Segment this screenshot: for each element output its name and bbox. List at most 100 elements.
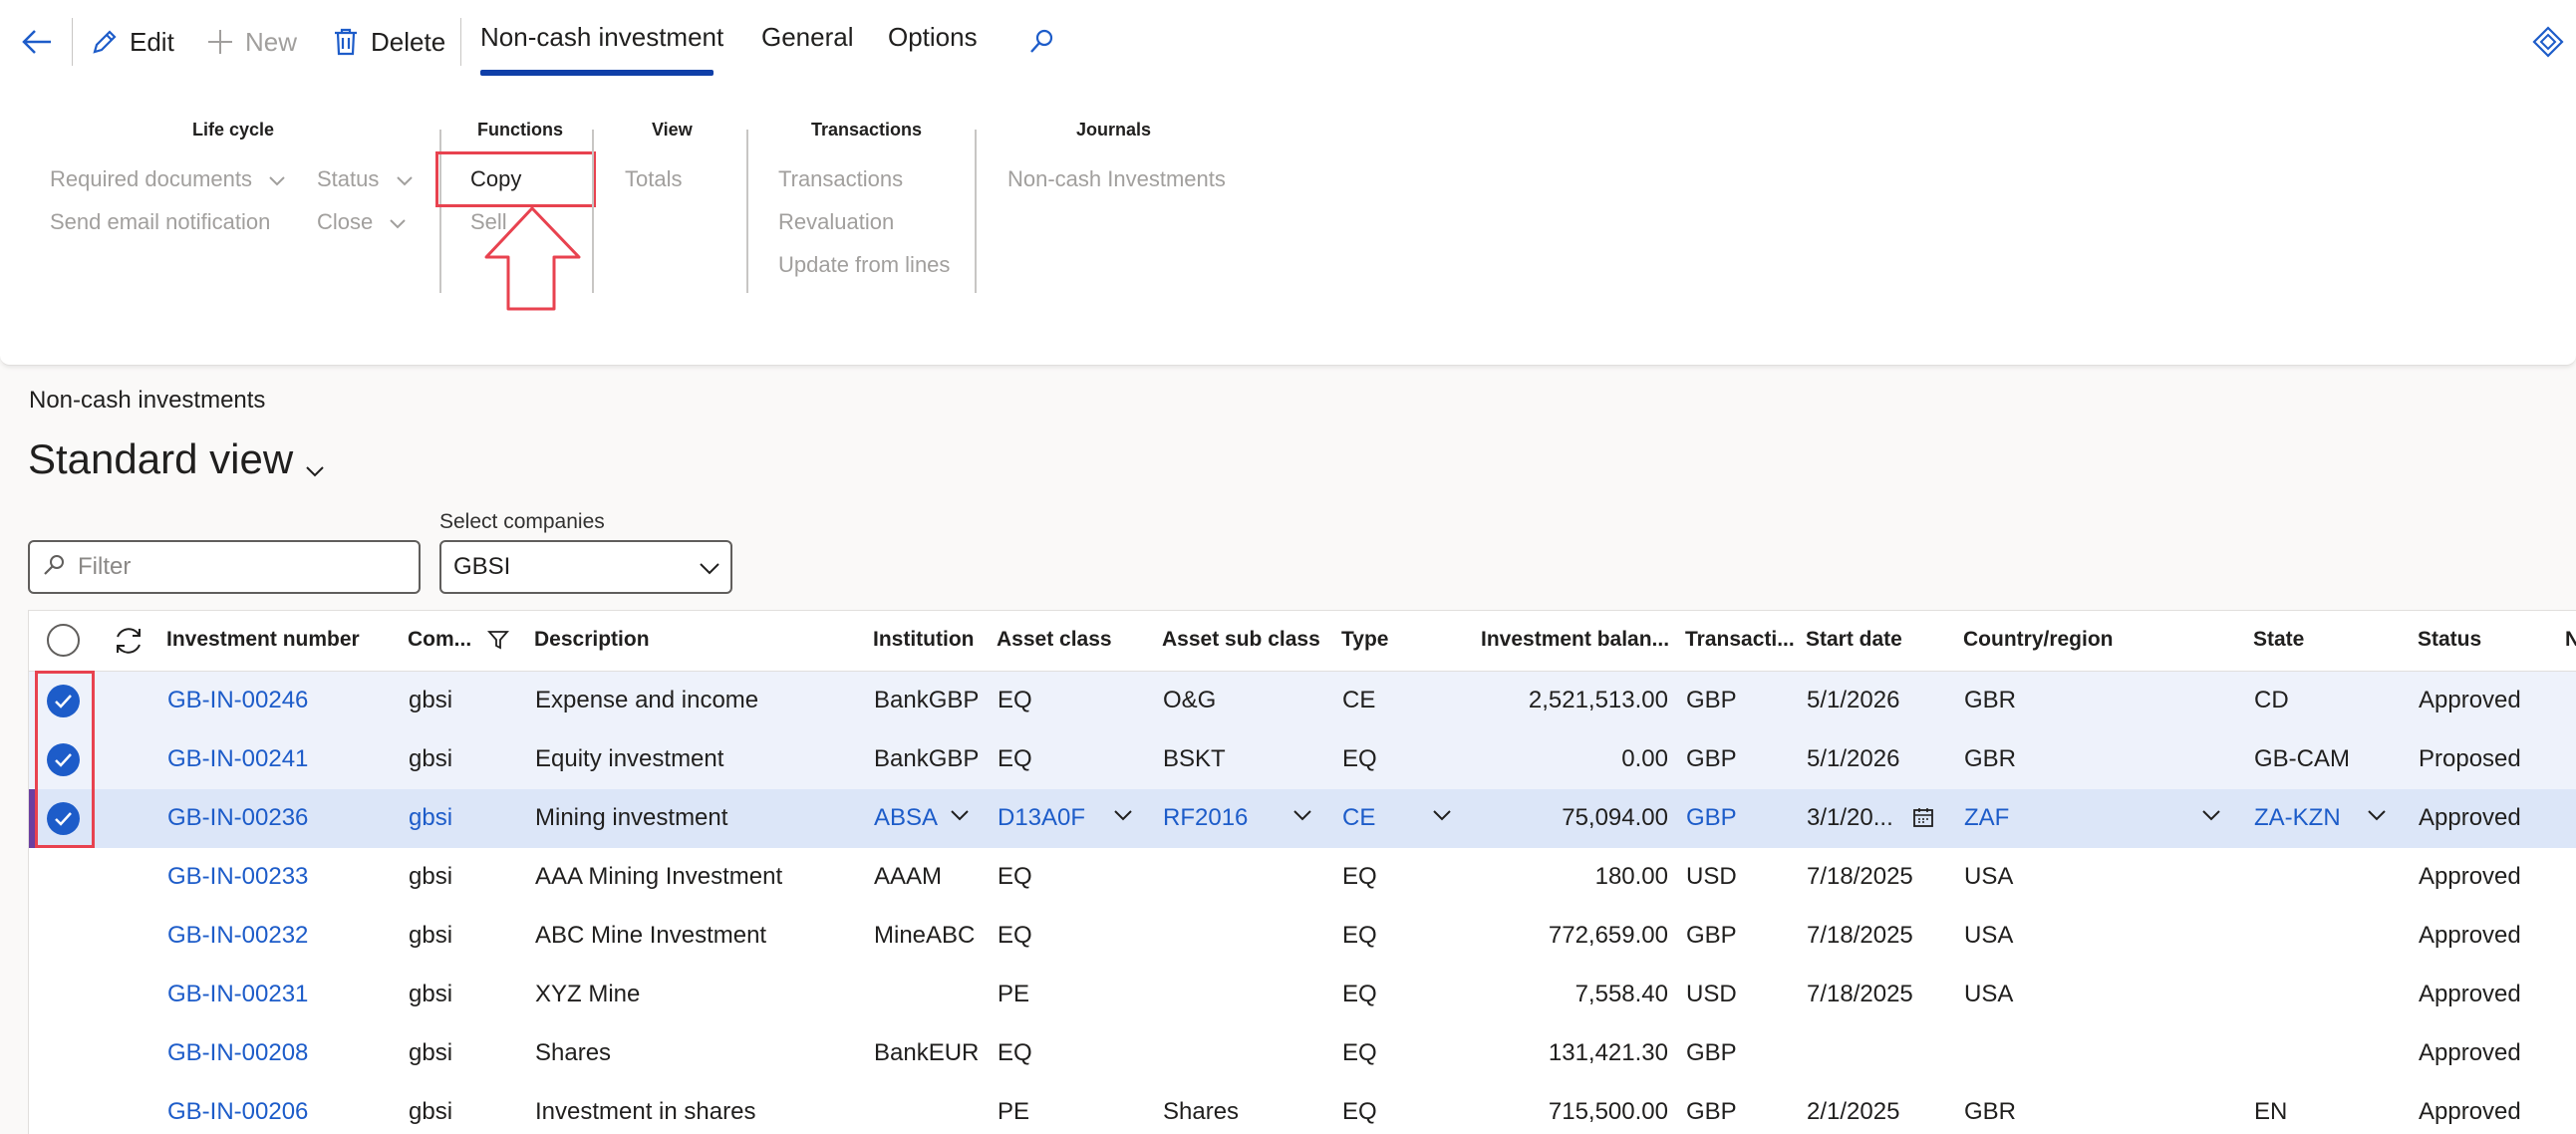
start-date-cell: 2/1/2025 [1807,1098,1900,1125]
col-company[interactable]: Com... [408,628,471,652]
col-country-region[interactable]: Country/region [1963,628,2114,652]
select-all-checkbox[interactable] [47,624,80,657]
currency-cell: USD [1686,863,1737,890]
investment-number-link[interactable]: GB-IN-00241 [167,745,308,773]
investment-number-link[interactable]: GB-IN-00231 [167,981,308,1008]
company-cell: gbsi [409,981,453,1007]
chevron-down-icon[interactable] [2201,809,2221,827]
col-asset-sub-class[interactable]: Asset sub class [1162,628,1320,652]
active-tab-indicator [480,70,714,76]
investment-number-link[interactable]: GB-IN-00246 [167,687,308,714]
asset-sub-class-cell: BSKT [1163,745,1226,772]
type-cell: EQ [1342,922,1377,949]
group-header-journals: Journals [1076,120,1152,140]
col-status[interactable]: Status [2418,628,2481,652]
totals-button[interactable]: Totals [625,166,682,192]
table-row[interactable]: GB-IN-00231 gbsi XYZ Mine PE EQ 7,558.40… [29,966,2576,1024]
edit-button[interactable]: Edit [88,22,174,62]
state-cell: GB-CAM [2254,745,2350,772]
chevron-down-icon [699,556,720,584]
delete-button[interactable]: Delete [329,22,445,62]
table-row[interactable]: GB-IN-00208 gbsi Shares BankEUR EQ EQ 13… [29,1024,2576,1083]
col-investment-number[interactable]: Investment number [166,628,360,652]
status-menu[interactable]: Status [317,166,414,193]
status-cell: Approved [2419,1039,2521,1066]
col-investment-balance[interactable]: Investment balan... [1481,628,1669,652]
currency-cell: GBP [1686,922,1737,949]
type-cell: EQ [1342,745,1377,772]
col-type[interactable]: Type [1341,628,1388,652]
institution-field[interactable]: ABSA [874,804,938,832]
required-documents-label: Required documents [50,166,253,191]
table-row[interactable]: GB-IN-00232 gbsi ABC Mine Investment Min… [29,907,2576,966]
checkbox-highlight-box [35,671,95,848]
calendar-icon[interactable] [1912,806,1934,833]
transactions-button[interactable]: Transactions [778,166,903,192]
col-state[interactable]: State [2253,628,2304,652]
type-cell: EQ [1342,1098,1377,1125]
col-institution[interactable]: Institution [873,628,974,652]
company-cell[interactable]: gbsi [409,804,452,832]
status-cell: Approved [2419,863,2521,890]
new-button[interactable]: New [203,22,297,62]
group-header-transactions: Transactions [811,120,923,140]
status-cell: Approved [2419,1098,2521,1125]
asset-class-field[interactable]: D13A0F [998,804,1085,832]
chevron-down-icon[interactable] [1432,809,1452,827]
refresh-icon[interactable] [111,623,146,664]
table-row[interactable]: GB-IN-00206 gbsi Investment in shares PE… [29,1083,2576,1134]
chevron-down-icon[interactable] [1292,809,1312,827]
company-cell: gbsi [409,863,453,890]
investment-number-link[interactable]: GB-IN-00208 [167,1039,308,1067]
back-button[interactable] [20,22,62,62]
investment-number-link[interactable]: GB-IN-00206 [167,1098,308,1126]
chevron-down-icon[interactable] [950,809,970,827]
asset-sub-class-cell: Shares [1163,1098,1240,1125]
table-row[interactable]: GB-IN-00241 gbsi Equity investment BankG… [29,730,2576,789]
tab-non-cash-investment[interactable]: Non-cash investment [480,22,723,62]
diamond-icon-button[interactable] [2531,22,2573,62]
toolbar-divider [72,18,73,66]
tab-general[interactable]: General [761,22,854,62]
currency-field[interactable]: GBP [1686,804,1737,832]
tab-label: Non-cash investment [480,22,724,52]
required-documents-menu[interactable]: Required documents [50,166,286,193]
type-field[interactable]: CE [1342,804,1375,832]
balance-cell: 715,500.00 [1548,1098,1668,1125]
chevron-down-icon[interactable] [1113,809,1133,827]
filter-box[interactable] [28,540,421,594]
view-selector[interactable]: Standard view [28,430,325,488]
start-date-cell: 7/18/2025 [1807,863,1913,890]
chevron-down-icon[interactable] [2367,809,2387,827]
tab-options[interactable]: Options [888,22,978,62]
investment-number-link[interactable]: GB-IN-00233 [167,863,308,891]
table-row-current[interactable]: GB-IN-00236 gbsi Mining investment ABSA … [29,789,2576,848]
start-date-cell: 5/1/2026 [1807,745,1900,772]
funnel-icon[interactable] [487,629,509,656]
description-cell[interactable]: Mining investment [535,804,727,832]
tab-label: General [761,22,854,52]
revaluation-button[interactable]: Revaluation [778,209,894,235]
trash-icon [329,25,363,59]
close-menu[interactable]: Close [317,209,407,236]
col-start-date[interactable]: Start date [1806,628,1902,652]
investment-number-link[interactable]: GB-IN-00236 [167,804,308,832]
investment-number-link[interactable]: GB-IN-00232 [167,922,308,950]
col-asset-class[interactable]: Asset class [997,628,1112,652]
asset-sub-class-field[interactable]: RF2016 [1163,804,1248,832]
non-cash-investments-journal-button[interactable]: Non-cash Investments [1007,166,1226,192]
filter-input[interactable] [76,552,409,582]
table-row[interactable]: GB-IN-00233 gbsi AAA Mining Investment A… [29,848,2576,907]
asset-class-cell: PE [998,981,1030,1007]
table-row[interactable]: GB-IN-00246 gbsi Expense and income Bank… [29,672,2576,730]
send-email-notification-button[interactable]: Send email notification [50,209,270,235]
select-companies-dropdown[interactable]: GBSI [439,540,732,594]
col-more[interactable]: N [2565,628,2576,652]
update-from-lines-button[interactable]: Update from lines [778,252,950,278]
state-field[interactable]: ZA-KZN [2254,804,2341,832]
col-transaction-currency[interactable]: Transacti... [1685,628,1795,652]
search-button[interactable] [1024,22,1066,62]
start-date-field[interactable]: 3/1/20... [1807,804,1893,832]
country-field[interactable]: ZAF [1964,804,2009,832]
col-description[interactable]: Description [534,628,650,652]
